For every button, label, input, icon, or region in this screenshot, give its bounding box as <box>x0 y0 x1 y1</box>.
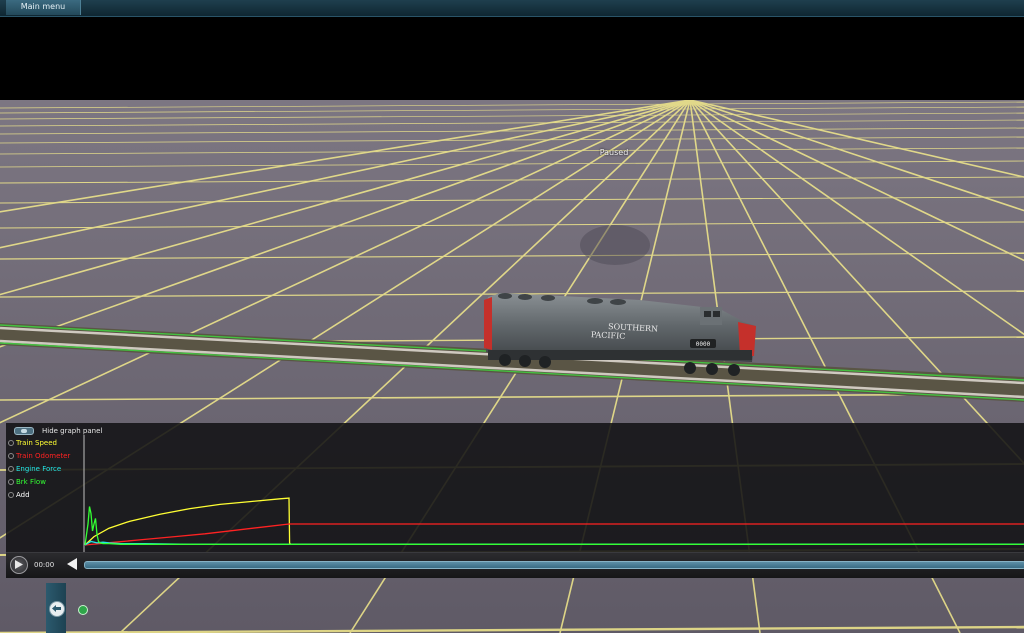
legend-item-add[interactable]: Add <box>8 490 30 500</box>
time-readout: 00:00 <box>34 561 55 569</box>
series-layer <box>84 497 1024 546</box>
legend-radio-icon <box>8 466 14 472</box>
legend-label: Train Odometer <box>16 452 71 460</box>
top-black-band <box>0 17 1024 100</box>
legend-item-train-odometer[interactable]: Train Odometer <box>8 451 70 461</box>
locomotive-lettering-2: PACIFIC <box>591 330 626 341</box>
hide-graph-label: Hide graph panel <box>42 427 103 435</box>
series-line-train-speed <box>84 497 1024 546</box>
back-arrow-icon <box>52 605 61 612</box>
series-line-train-odometer <box>84 523 1024 546</box>
legend-radio-icon <box>8 479 14 485</box>
legend-label: Brk Flow <box>16 478 46 486</box>
main-menu-button[interactable]: Main menu <box>6 0 81 15</box>
graph-plot <box>83 435 1024 552</box>
legend-radio-icon <box>8 492 14 498</box>
back-button[interactable] <box>49 601 65 617</box>
legend-item-brk-flow[interactable]: Brk Flow <box>8 477 46 487</box>
graph-panel: Hide graph panel Train Speed Train Odome… <box>6 423 1024 552</box>
status-indicator-button[interactable] <box>78 605 88 615</box>
locomotive-shadow <box>580 225 650 265</box>
legend-label: Add <box>16 491 30 499</box>
paused-status: Paused <box>599 148 629 157</box>
bottom-side-tab <box>46 583 66 633</box>
legend-item-train-speed[interactable]: Train Speed <box>8 438 57 448</box>
timeline-bar: 00:00 <box>6 552 1024 578</box>
top-menu-bar: Main menu <box>0 0 1024 17</box>
series-line-brk-flow <box>84 506 1024 546</box>
legend-radio-icon <box>8 453 14 459</box>
legend-item-engine-force[interactable]: Engine Force <box>8 464 61 474</box>
timeline-scrub-track[interactable] <box>84 561 1024 569</box>
timeline-scrub-handle[interactable] <box>67 558 77 570</box>
toggle-icon <box>14 427 34 435</box>
legend-label: Train Speed <box>16 439 57 447</box>
play-icon <box>15 560 23 569</box>
legend-label: Engine Force <box>16 465 62 473</box>
legend-radio-icon <box>8 440 14 446</box>
locomotive-number: 0000 <box>696 341 711 348</box>
play-button[interactable] <box>10 556 28 574</box>
